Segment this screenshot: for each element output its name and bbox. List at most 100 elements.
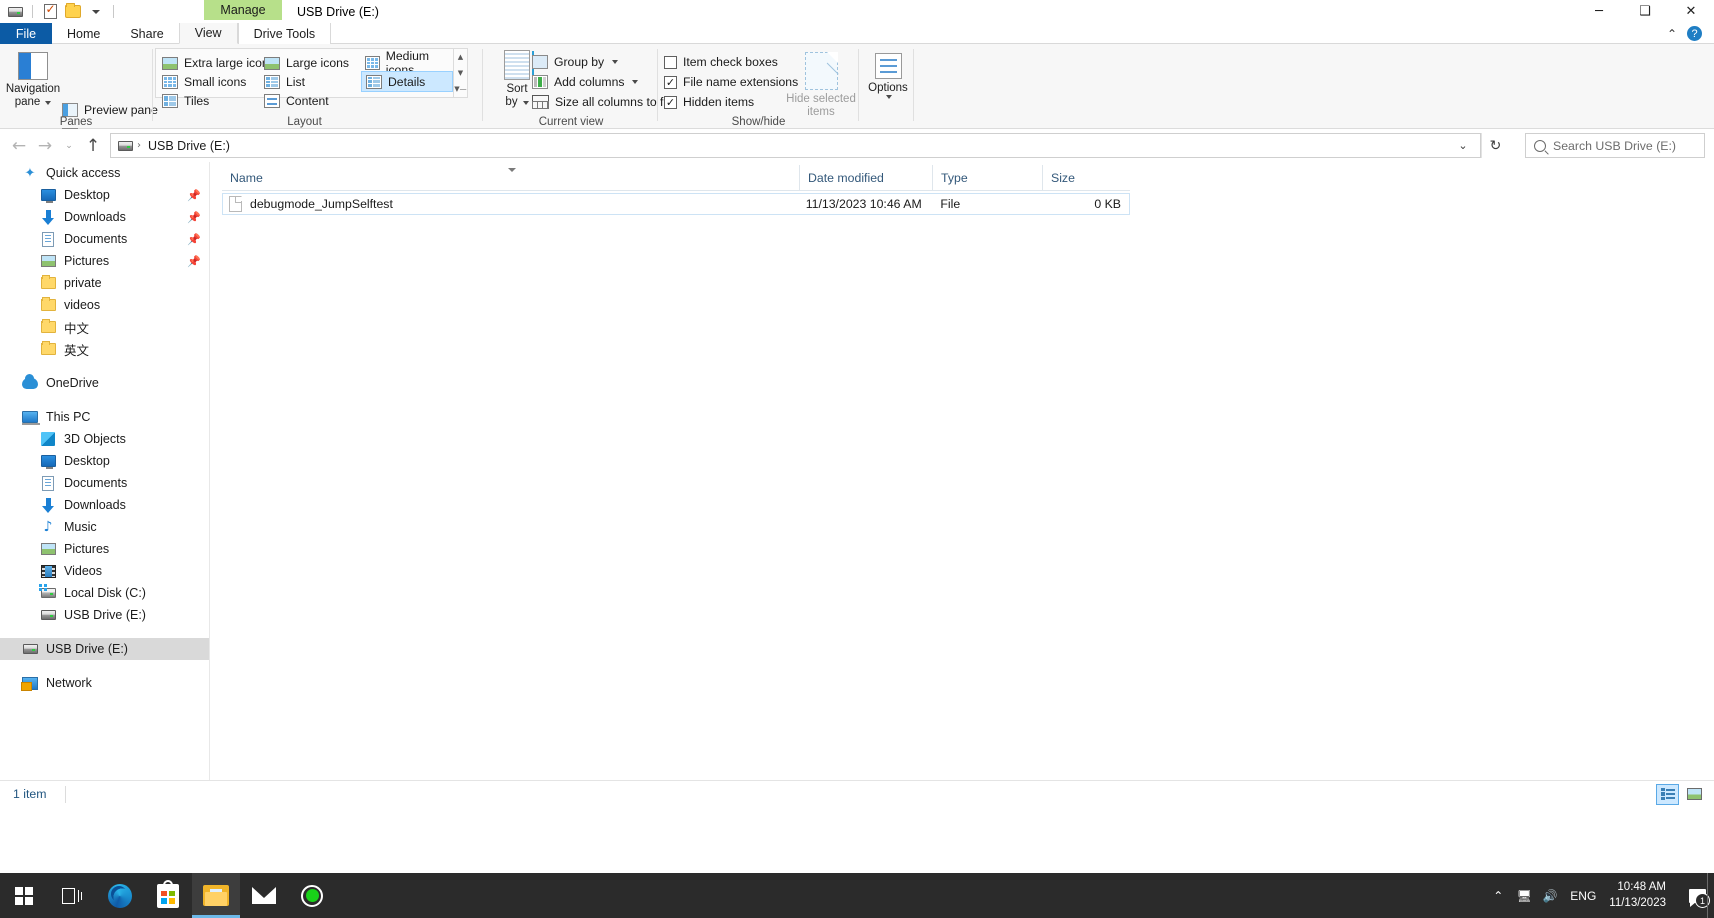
add-columns-button[interactable]: Add columns	[532, 73, 639, 91]
layout-details[interactable]: Details	[361, 71, 453, 92]
checkbox-checked-icon[interactable]: ✓	[664, 75, 677, 89]
column-header-type[interactable]: Type	[932, 164, 1042, 191]
sidebar-item-pictures[interactable]: Pictures 📌	[0, 250, 209, 272]
layout-gallery-scroll[interactable]: ▲ ▼ ▼—	[454, 48, 468, 98]
usb-drive-icon	[40, 607, 56, 623]
up-button[interactable]: ↑	[80, 133, 106, 159]
sidebar-item-chinese[interactable]: 中文	[0, 316, 209, 338]
start-button[interactable]	[0, 873, 48, 918]
tab-home[interactable]: Home	[52, 23, 115, 44]
drive-icon[interactable]	[6, 2, 24, 22]
new-folder-icon[interactable]	[64, 2, 82, 22]
search-input[interactable]: Search USB Drive (E:)	[1553, 139, 1676, 153]
star-pin-icon: ✦	[24, 165, 36, 181]
help-icon[interactable]: ?	[1687, 26, 1702, 41]
sidebar-item-documents[interactable]: Documents 📌	[0, 228, 209, 250]
taskbar-mail[interactable]	[240, 873, 288, 918]
layout-list[interactable]: List	[264, 74, 305, 90]
properties-icon[interactable]	[41, 2, 59, 22]
sidebar-item-this-pc[interactable]: This PC	[0, 406, 209, 428]
collapse-ribbon-icon[interactable]: ⌃	[1667, 27, 1677, 41]
checkbox-unchecked-icon[interactable]	[664, 55, 677, 69]
layout-content[interactable]: Content	[264, 93, 329, 109]
taskbar-store[interactable]	[144, 873, 192, 918]
sidebar-item-pictures-pc[interactable]: Pictures	[0, 538, 209, 560]
preview-pane-icon	[62, 103, 78, 117]
taskbar-edge[interactable]	[96, 873, 144, 918]
sidebar-item-usb-drive-pc[interactable]: USB Drive (E:)	[0, 604, 209, 626]
item-check-boxes-option[interactable]: Item check boxes	[664, 53, 778, 71]
navigation-pane[interactable]: ✦ Quick access Desktop 📌 Downloads 📌 Doc…	[0, 162, 209, 780]
sidebar-item-videos-qa[interactable]: videos	[0, 294, 209, 316]
sidebar-item-network[interactable]: Network	[0, 672, 209, 694]
sidebar-item-desktop-pc[interactable]: Desktop	[0, 450, 209, 472]
hidden-items-option[interactable]: ✓ Hidden items	[664, 93, 754, 111]
language-indicator[interactable]: ENG	[1563, 873, 1603, 918]
sidebar-item-english[interactable]: 英文	[0, 338, 209, 360]
search-box[interactable]: Search USB Drive (E:)	[1525, 133, 1705, 158]
taskbar-recorder[interactable]	[288, 873, 336, 918]
checkbox-checked-icon[interactable]: ✓	[664, 95, 677, 109]
sidebar-item-downloads-pc[interactable]: Downloads	[0, 494, 209, 516]
file-name-extensions-option[interactable]: ✓ File name extensions	[664, 73, 798, 91]
show-hidden-icons-button[interactable]: ⌃	[1485, 873, 1511, 918]
address-bar[interactable]: › USB Drive (E:) ⌄	[110, 133, 1481, 158]
sidebar-item-videos-pc[interactable]: Videos	[0, 560, 209, 582]
maximize-button[interactable]: ❑	[1622, 0, 1668, 23]
tab-share[interactable]: Share	[115, 23, 178, 44]
taskbar-file-explorer[interactable]	[192, 873, 240, 918]
details-view-toggle[interactable]	[1656, 783, 1679, 805]
sidebar-item-desktop[interactable]: Desktop 📌	[0, 184, 209, 206]
breadcrumb-separator[interactable]: ›	[137, 140, 141, 151]
close-button[interactable]: ✕	[1668, 0, 1714, 23]
scroll-down-icon[interactable]: ▼	[458, 69, 463, 77]
layout-small-icons[interactable]: Small icons	[162, 74, 246, 90]
sidebar-item-3d-objects[interactable]: 3D Objects	[0, 428, 209, 450]
address-dropdown-icon[interactable]: ⌄	[1450, 134, 1476, 157]
sidebar-item-music[interactable]: ♪ Music	[0, 516, 209, 538]
minimize-button[interactable]: ─	[1576, 0, 1622, 23]
sidebar-item-documents-pc[interactable]: Documents	[0, 472, 209, 494]
back-button[interactable]: ←	[6, 133, 32, 159]
show-desktop-button[interactable]	[1707, 873, 1714, 918]
column-header-date-modified[interactable]: Date modified	[799, 164, 932, 191]
customize-qat-icon[interactable]	[87, 2, 105, 22]
breadcrumb-usb-drive[interactable]: USB Drive (E:)	[145, 139, 233, 153]
sidebar-item-usb-drive-selected[interactable]: USB Drive (E:)	[0, 638, 209, 660]
refresh-button[interactable]: ↻	[1481, 133, 1509, 158]
large-icons-view-toggle[interactable]	[1683, 784, 1706, 805]
tab-view[interactable]: View	[178, 23, 238, 44]
sidebar-item-local-disk-c[interactable]: Local Disk (C:)	[0, 582, 209, 604]
network-tray-icon[interactable]: 🖥	[1511, 873, 1537, 918]
clock[interactable]: 10:48 AM 11/13/2023	[1603, 873, 1680, 918]
layout-extra-large-icons[interactable]: Extra large icons	[162, 55, 275, 71]
sidebar-item-downloads[interactable]: Downloads 📌	[0, 206, 209, 228]
layout-large-icons[interactable]: Large icons	[264, 55, 349, 71]
details-view-icon	[1660, 788, 1675, 800]
sidebar-item-onedrive[interactable]: OneDrive	[0, 372, 209, 394]
pin-icon[interactable]: 📌	[187, 233, 201, 246]
pin-icon[interactable]: 📌	[187, 211, 201, 224]
group-by-button[interactable]: Group by	[532, 53, 619, 71]
navigation-pane-button[interactable]: Navigation pane	[6, 52, 60, 109]
tab-file[interactable]: File	[0, 23, 52, 44]
column-header-name[interactable]: Name	[222, 165, 799, 191]
file-list-pane[interactable]: Name Date modified Type Size debugmode_J…	[209, 162, 1714, 780]
task-view-button[interactable]	[48, 873, 96, 918]
recent-locations-button[interactable]: ⌄	[58, 134, 80, 157]
volume-tray-icon[interactable]: 🔊	[1537, 873, 1563, 918]
scroll-up-icon[interactable]: ▲	[458, 53, 463, 61]
layout-tiles[interactable]: Tiles	[162, 93, 209, 109]
column-header-size[interactable]: Size	[1042, 164, 1130, 191]
options-button[interactable]: Options	[865, 53, 911, 100]
tab-drive-tools[interactable]: Drive Tools	[237, 23, 332, 44]
forward-button[interactable]: →	[32, 133, 58, 159]
table-row[interactable]: debugmode_JumpSelftest 11/13/2023 10:46 …	[222, 193, 1130, 215]
sidebar-item-private[interactable]: private	[0, 272, 209, 294]
scroll-more-icon[interactable]: ▼—	[454, 85, 466, 93]
sidebar-item-quick-access[interactable]: ✦ Quick access	[0, 162, 209, 184]
pin-icon[interactable]: 📌	[187, 189, 201, 202]
layout-medium-icons[interactable]: Medium icons	[365, 49, 453, 77]
pin-icon[interactable]: 📌	[187, 255, 201, 268]
size-all-columns-button[interactable]: Size all columns to fit	[532, 93, 669, 111]
